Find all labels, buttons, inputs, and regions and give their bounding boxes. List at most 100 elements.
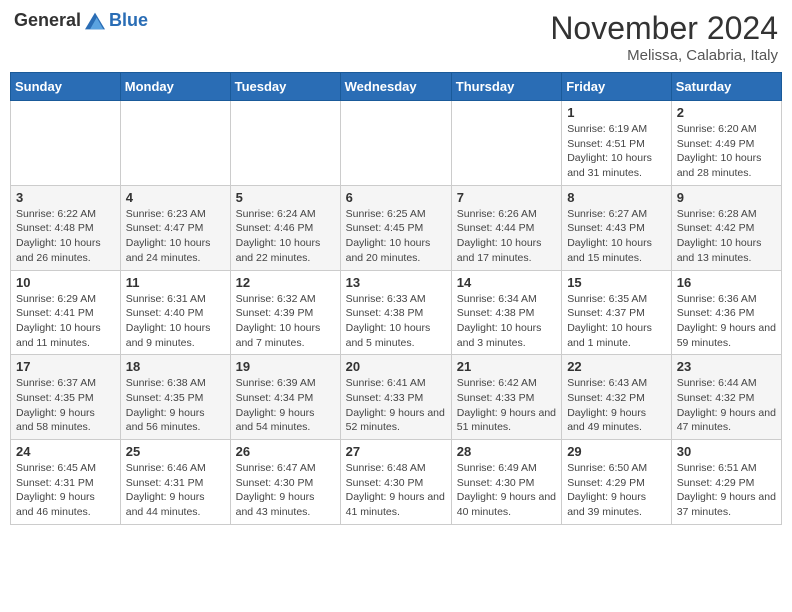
calendar-day-cell: 17 Sunrise: 6:37 AM Sunset: 4:35 PM Dayli…: [11, 355, 121, 440]
day-number: 5: [236, 190, 335, 205]
page-header: General Blue November 2024 Melissa, Cala…: [10, 10, 782, 64]
calendar-week-row: 24 Sunrise: 6:45 AM Sunset: 4:31 PM Dayli…: [11, 440, 782, 525]
day-number: 21: [457, 359, 556, 374]
calendar-week-row: 1 Sunrise: 6:19 AM Sunset: 4:51 PM Daylig…: [11, 101, 782, 186]
day-number: 1: [567, 105, 666, 120]
day-info: Sunrise: 6:36 AM Sunset: 4:36 PM Dayligh…: [677, 292, 776, 351]
calendar-day-cell: 26 Sunrise: 6:47 AM Sunset: 4:30 PM Dayli…: [230, 440, 340, 525]
day-info: Sunrise: 6:48 AM Sunset: 4:30 PM Dayligh…: [346, 461, 446, 520]
day-info: Sunrise: 6:43 AM Sunset: 4:32 PM Dayligh…: [567, 376, 666, 435]
calendar-day-cell: 24 Sunrise: 6:45 AM Sunset: 4:31 PM Dayli…: [11, 440, 121, 525]
calendar-day-cell: [120, 101, 230, 186]
weekday-header: Tuesday: [230, 73, 340, 101]
calendar-day-cell: 28 Sunrise: 6:49 AM Sunset: 4:30 PM Dayli…: [451, 440, 561, 525]
day-info: Sunrise: 6:47 AM Sunset: 4:30 PM Dayligh…: [236, 461, 335, 520]
day-number: 23: [677, 359, 776, 374]
day-number: 30: [677, 444, 776, 459]
calendar-week-row: 3Sunrise: 6:22 AM Sunset: 4:48 PM Daylig…: [11, 185, 782, 270]
day-info: Sunrise: 6:51 AM Sunset: 4:29 PM Dayligh…: [677, 461, 776, 520]
day-info: Sunrise: 6:39 AM Sunset: 4:34 PM Dayligh…: [236, 376, 335, 435]
calendar-day-cell: 9 Sunrise: 6:28 AM Sunset: 4:42 PM Daylig…: [671, 185, 781, 270]
calendar-day-cell: 20 Sunrise: 6:41 AM Sunset: 4:33 PM Dayli…: [340, 355, 451, 440]
day-number: 25: [126, 444, 225, 459]
calendar-day-cell: 15Sunrise: 6:35 AM Sunset: 4:37 PM Dayli…: [562, 270, 672, 355]
month-title: November 2024: [550, 10, 778, 47]
logo-blue: Blue: [109, 10, 148, 31]
day-info: Sunrise: 6:37 AM Sunset: 4:35 PM Dayligh…: [16, 376, 115, 435]
day-number: 20: [346, 359, 446, 374]
calendar-day-cell: 5 Sunrise: 6:24 AM Sunset: 4:46 PM Daylig…: [230, 185, 340, 270]
day-info: Sunrise: 6:29 AM Sunset: 4:41 PM Dayligh…: [16, 292, 115, 351]
weekday-header: Wednesday: [340, 73, 451, 101]
day-number: 10: [16, 275, 115, 290]
calendar-day-cell: 23Sunrise: 6:44 AM Sunset: 4:32 PM Dayli…: [671, 355, 781, 440]
calendar-day-cell: 6 Sunrise: 6:25 AM Sunset: 4:45 PM Daylig…: [340, 185, 451, 270]
calendar-header-row: SundayMondayTuesdayWednesdayThursdayFrid…: [11, 73, 782, 101]
day-info: Sunrise: 6:28 AM Sunset: 4:42 PM Dayligh…: [677, 207, 776, 266]
calendar-day-cell: 2 Sunrise: 6:20 AM Sunset: 4:49 PM Daylig…: [671, 101, 781, 186]
day-info: Sunrise: 6:24 AM Sunset: 4:46 PM Dayligh…: [236, 207, 335, 266]
calendar-day-cell: 1 Sunrise: 6:19 AM Sunset: 4:51 PM Daylig…: [562, 101, 672, 186]
calendar-day-cell: 30 Sunrise: 6:51 AM Sunset: 4:29 PM Dayli…: [671, 440, 781, 525]
calendar-day-cell: 7 Sunrise: 6:26 AM Sunset: 4:44 PM Daylig…: [451, 185, 561, 270]
calendar-day-cell: [340, 101, 451, 186]
calendar-day-cell: 10 Sunrise: 6:29 AM Sunset: 4:41 PM Dayli…: [11, 270, 121, 355]
day-info: Sunrise: 6:41 AM Sunset: 4:33 PM Dayligh…: [346, 376, 446, 435]
calendar-week-row: 17 Sunrise: 6:37 AM Sunset: 4:35 PM Dayli…: [11, 355, 782, 440]
calendar-day-cell: 14Sunrise: 6:34 AM Sunset: 4:38 PM Dayli…: [451, 270, 561, 355]
day-number: 26: [236, 444, 335, 459]
day-number: 16: [677, 275, 776, 290]
calendar-day-cell: 3Sunrise: 6:22 AM Sunset: 4:48 PM Daylig…: [11, 185, 121, 270]
day-number: 14: [457, 275, 556, 290]
day-number: 22: [567, 359, 666, 374]
day-info: Sunrise: 6:32 AM Sunset: 4:39 PM Dayligh…: [236, 292, 335, 351]
weekday-header: Sunday: [11, 73, 121, 101]
day-info: Sunrise: 6:38 AM Sunset: 4:35 PM Dayligh…: [126, 376, 225, 435]
weekday-header: Saturday: [671, 73, 781, 101]
calendar-day-cell: [230, 101, 340, 186]
day-number: 29: [567, 444, 666, 459]
calendar-day-cell: 18Sunrise: 6:38 AM Sunset: 4:35 PM Dayli…: [120, 355, 230, 440]
day-number: 2: [677, 105, 776, 120]
day-number: 7: [457, 190, 556, 205]
day-info: Sunrise: 6:42 AM Sunset: 4:33 PM Dayligh…: [457, 376, 556, 435]
day-number: 13: [346, 275, 446, 290]
calendar-day-cell: [11, 101, 121, 186]
day-number: 12: [236, 275, 335, 290]
calendar-day-cell: 25Sunrise: 6:46 AM Sunset: 4:31 PM Dayli…: [120, 440, 230, 525]
weekday-header: Friday: [562, 73, 672, 101]
calendar-day-cell: 11 Sunrise: 6:31 AM Sunset: 4:40 PM Dayli…: [120, 270, 230, 355]
day-info: Sunrise: 6:35 AM Sunset: 4:37 PM Dayligh…: [567, 292, 666, 351]
day-info: Sunrise: 6:25 AM Sunset: 4:45 PM Dayligh…: [346, 207, 446, 266]
day-info: Sunrise: 6:49 AM Sunset: 4:30 PM Dayligh…: [457, 461, 556, 520]
day-info: Sunrise: 6:20 AM Sunset: 4:49 PM Dayligh…: [677, 122, 776, 181]
day-info: Sunrise: 6:31 AM Sunset: 4:40 PM Dayligh…: [126, 292, 225, 351]
day-number: 27: [346, 444, 446, 459]
day-number: 6: [346, 190, 446, 205]
calendar-day-cell: 4 Sunrise: 6:23 AM Sunset: 4:47 PM Daylig…: [120, 185, 230, 270]
calendar-day-cell: 22 Sunrise: 6:43 AM Sunset: 4:32 PM Dayli…: [562, 355, 672, 440]
day-number: 4: [126, 190, 225, 205]
day-number: 9: [677, 190, 776, 205]
calendar-day-cell: 19 Sunrise: 6:39 AM Sunset: 4:34 PM Dayli…: [230, 355, 340, 440]
day-info: Sunrise: 6:23 AM Sunset: 4:47 PM Dayligh…: [126, 207, 225, 266]
day-number: 24: [16, 444, 115, 459]
day-number: 28: [457, 444, 556, 459]
location-subtitle: Melissa, Calabria, Italy: [550, 47, 778, 64]
title-block: November 2024 Melissa, Calabria, Italy: [550, 10, 778, 64]
calendar-day-cell: 12 Sunrise: 6:32 AM Sunset: 4:39 PM Dayli…: [230, 270, 340, 355]
calendar-day-cell: [451, 101, 561, 186]
day-number: 3: [16, 190, 115, 205]
day-info: Sunrise: 6:45 AM Sunset: 4:31 PM Dayligh…: [16, 461, 115, 520]
day-info: Sunrise: 6:26 AM Sunset: 4:44 PM Dayligh…: [457, 207, 556, 266]
day-info: Sunrise: 6:19 AM Sunset: 4:51 PM Dayligh…: [567, 122, 666, 181]
day-info: Sunrise: 6:27 AM Sunset: 4:43 PM Dayligh…: [567, 207, 666, 266]
day-number: 11: [126, 275, 225, 290]
day-number: 19: [236, 359, 335, 374]
calendar-day-cell: 21 Sunrise: 6:42 AM Sunset: 4:33 PM Dayli…: [451, 355, 561, 440]
weekday-header: Monday: [120, 73, 230, 101]
logo-general: General: [14, 10, 81, 31]
day-number: 17: [16, 359, 115, 374]
day-number: 8: [567, 190, 666, 205]
day-info: Sunrise: 6:50 AM Sunset: 4:29 PM Dayligh…: [567, 461, 666, 520]
